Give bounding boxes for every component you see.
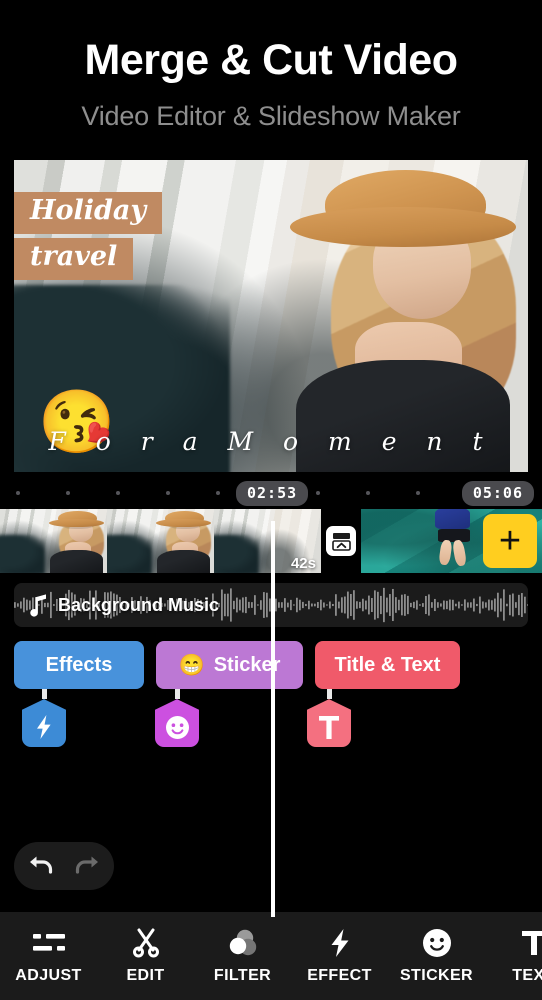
toolbar-label-adjust: ADJUST xyxy=(15,966,82,984)
music-track-label: Background Music xyxy=(58,594,220,615)
scissors-icon xyxy=(131,928,161,958)
title-text-marker[interactable] xyxy=(307,689,351,748)
title-text-pin[interactable] xyxy=(307,699,351,748)
smiley-icon xyxy=(165,715,190,740)
effects-pin[interactable] xyxy=(22,699,66,748)
transition-button[interactable] xyxy=(321,509,361,574)
sticker-marker[interactable] xyxy=(155,689,199,748)
toolbar-item-edit[interactable]: EDIT xyxy=(97,912,194,1000)
timeline-playhead[interactable] xyxy=(271,521,275,917)
preview-caption[interactable]: F o r a M o m e n t xyxy=(14,427,528,456)
grinning-face-emoji: 😁 xyxy=(178,653,205,677)
overlay-text-line-2[interactable]: travel xyxy=(14,238,134,281)
marker-stem xyxy=(326,689,332,700)
toolbar-item-adjust[interactable]: ADJUST xyxy=(0,912,97,1000)
toolbar-label-filter: FILTER xyxy=(213,966,272,984)
text-t-icon xyxy=(317,714,341,740)
toolbar-item-sticker[interactable]: STICKER xyxy=(388,912,485,1000)
current-time-badge: 02:53 xyxy=(236,481,309,507)
clip-thumbnail xyxy=(0,509,107,574)
smiley-icon xyxy=(422,928,452,958)
add-clip-button[interactable]: + xyxy=(483,514,537,569)
filter-circles-icon xyxy=(227,928,259,958)
effects-pill[interactable]: Effects xyxy=(14,641,144,690)
toolbar-item-text[interactable]: TEXT xyxy=(485,912,542,1000)
music-note-icon xyxy=(28,593,48,617)
history-controls xyxy=(14,842,114,890)
page-title: Merge & Cut Video xyxy=(84,36,458,84)
toolbar-label-effect: EFFECT xyxy=(307,966,372,984)
total-time-badge: 05:06 xyxy=(461,481,534,507)
preview-model-figure xyxy=(230,160,528,473)
bolt-icon xyxy=(34,714,54,740)
toolbar-label-text: TEXT xyxy=(512,966,542,984)
clip2-subject xyxy=(426,509,488,567)
app-header: Merge & Cut Video Video Editor & Slidesh… xyxy=(0,0,542,132)
overlay-text-line-1[interactable]: Holiday xyxy=(14,192,163,235)
timeline-ruler[interactable]: 02:53 05:06 xyxy=(0,478,542,507)
text-t-icon xyxy=(520,928,542,958)
clip-thumbnail xyxy=(107,509,214,574)
toolbar-item-effect[interactable]: EFFECT xyxy=(291,912,388,1000)
marker-stem xyxy=(174,689,180,700)
video-clip-2[interactable]: + xyxy=(361,509,542,574)
bolt-icon xyxy=(328,928,352,958)
undo-button[interactable] xyxy=(27,851,57,882)
redo-button[interactable] xyxy=(71,851,101,882)
sticker-pill[interactable]: 😁 Sticker xyxy=(156,641,303,690)
toolbar-label-edit: EDIT xyxy=(126,966,165,984)
title-text-pill-label: Title & Text xyxy=(334,653,441,676)
sliders-icon xyxy=(32,928,66,958)
marker-stem xyxy=(41,689,47,700)
effects-marker[interactable] xyxy=(22,689,66,748)
clip-duration-label: 42s xyxy=(290,555,316,573)
sticker-pin[interactable] xyxy=(155,699,199,748)
transition-icon xyxy=(326,526,356,557)
toolbar-label-sticker: STICKER xyxy=(399,966,474,984)
toolbar-item-filter[interactable]: FILTER xyxy=(194,912,291,1000)
video-preview[interactable]: Holiday travel 😘 F o r a M o m e n t xyxy=(14,160,528,473)
effects-pill-label: Effects xyxy=(45,653,113,676)
bottom-toolbar: ADJUST EDIT FILTER EFFECT STICKER TEX xyxy=(0,912,542,1000)
page-subtitle: Video Editor & Slideshow Maker xyxy=(81,101,461,132)
title-text-pill[interactable]: Title & Text xyxy=(315,641,460,690)
